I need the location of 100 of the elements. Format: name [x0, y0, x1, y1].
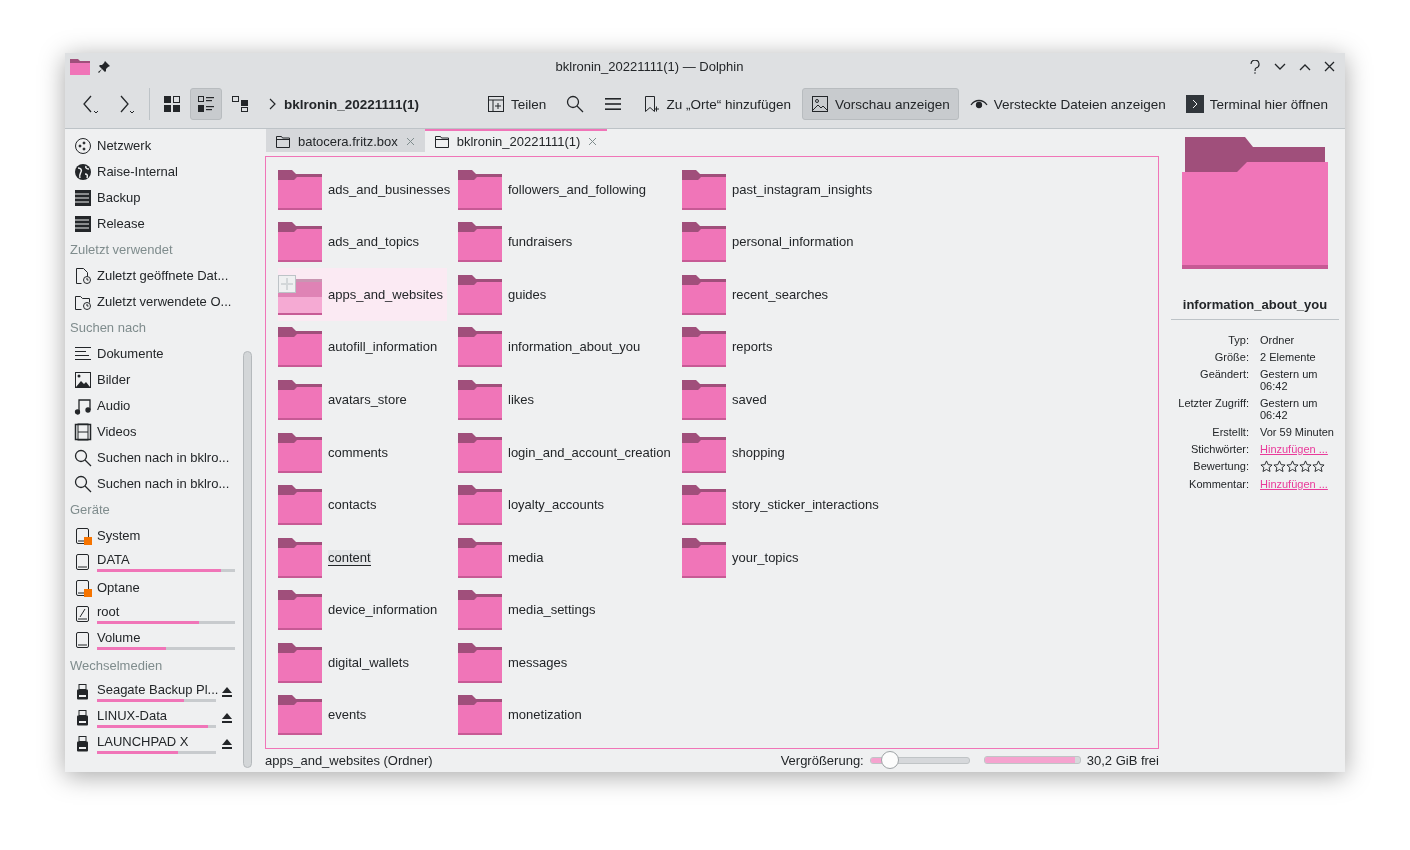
help-icon[interactable]: [1249, 59, 1261, 74]
rating-stars[interactable]: [1260, 460, 1325, 473]
place-item[interactable]: Release: [69, 211, 235, 237]
place-item[interactable]: Zuletzt geöffnete Dat...: [69, 263, 235, 289]
folder-item[interactable]: messages: [458, 636, 572, 690]
place-item[interactable]: DATA: [69, 549, 235, 575]
place-item[interactable]: Videos: [69, 419, 235, 445]
folder-item[interactable]: login_and_account_creation: [458, 426, 675, 479]
place-item[interactable]: LINUX-Data: [69, 705, 235, 731]
folder-item[interactable]: autofill_information: [278, 321, 442, 374]
eject-icon[interactable]: [221, 686, 233, 698]
place-item[interactable]: Suchen nach in bklro...: [69, 445, 235, 471]
folder-item[interactable]: contacts: [278, 478, 381, 532]
folder-item[interactable]: media_settings: [458, 584, 600, 637]
section-heading: Wechselmedien: [69, 657, 164, 675]
property-label: Letzter Zugriff:: [1177, 397, 1249, 411]
folder-item[interactable]: ads_and_topics: [278, 215, 424, 269]
drive-icon: [74, 527, 92, 545]
zoom-slider[interactable]: [869, 751, 970, 770]
folder-item[interactable]: content: [278, 531, 375, 584]
place-item[interactable]: Dokumente: [69, 341, 235, 367]
place-item[interactable]: root: [69, 601, 235, 627]
folder-item[interactable]: fundraisers: [458, 215, 577, 269]
section-heading: Geräte: [69, 501, 111, 519]
section-heading: Zuletzt verwendet: [69, 241, 174, 259]
chevron-icon: [268, 98, 276, 110]
breadcrumb[interactable]: bklronin_20221111(1): [284, 96, 420, 112]
folder-name: messages: [508, 654, 568, 671]
folder-item[interactable]: followers_and_following: [458, 163, 651, 216]
folder-item[interactable]: reports: [682, 321, 777, 374]
folder-item[interactable]: digital_wallets: [278, 636, 413, 690]
place-item[interactable]: System: [69, 523, 235, 549]
globe-icon: [74, 163, 92, 181]
folder-icon: [278, 695, 322, 736]
folder-name: guides: [508, 286, 547, 303]
place-item[interactable]: Volume: [69, 627, 235, 653]
terminal-button[interactable]: Terminal hier öffnen: [1176, 88, 1337, 120]
folder-name: saved: [732, 391, 767, 408]
close-icon[interactable]: [1324, 61, 1335, 72]
star-icon[interactable]: [1260, 460, 1273, 473]
folder-item[interactable]: shopping: [682, 426, 789, 479]
folder-item[interactable]: apps_and_websites: [278, 268, 447, 321]
folder-item[interactable]: loyalty_accounts: [458, 478, 609, 532]
place-item[interactable]: LAUNCHPAD X: [69, 731, 235, 757]
folder-item[interactable]: avatars_store: [278, 373, 411, 427]
folder-name: followers_and_following: [508, 181, 647, 198]
folder-item[interactable]: media: [458, 531, 548, 584]
place-item[interactable]: Bilder: [69, 367, 235, 393]
folder-icon: [278, 222, 322, 263]
folder-icon: [278, 485, 322, 526]
folder-item[interactable]: saved: [682, 373, 771, 427]
folder-item[interactable]: monetization: [458, 689, 586, 742]
star-icon[interactable]: [1299, 460, 1312, 473]
place-label: Backup: [97, 190, 141, 206]
place-item[interactable]: Audio: [69, 393, 235, 419]
folder-item[interactable]: likes: [458, 373, 538, 427]
folder-item[interactable]: recent_searches: [682, 268, 833, 321]
bookmark-button[interactable]: Zu „Orte“ hinzufügen: [633, 88, 800, 120]
pin-icon[interactable]: [98, 60, 110, 73]
place-item[interactable]: Netzwerk: [69, 133, 235, 159]
preview-button[interactable]: Vorschau anzeigen: [801, 88, 959, 120]
property-value: Gestern um 06:42: [1260, 397, 1319, 421]
place-item[interactable]: Zuletzt verwendete O...: [69, 289, 235, 315]
tab[interactable]: batocera.fritz.box: [266, 129, 425, 153]
slider-handle[interactable]: [880, 751, 899, 770]
search-icon: [74, 475, 92, 493]
place-item[interactable]: Raise-Internal: [69, 159, 235, 185]
star-icon[interactable]: [1286, 460, 1299, 473]
eject-icon[interactable]: [221, 712, 233, 724]
folder-icon: [458, 274, 502, 315]
folder-item[interactable]: story_sticker_interactions: [682, 478, 883, 532]
folder-item[interactable]: personal_information: [682, 215, 858, 269]
folder-icon: [276, 135, 290, 148]
folder-item[interactable]: ads_and_businesses: [278, 163, 455, 216]
folder-name: loyalty_accounts: [508, 497, 605, 514]
minimize-icon[interactable]: [1274, 62, 1286, 71]
folder-item[interactable]: guides: [458, 268, 551, 321]
place-item[interactable]: Seagate Backup Pl...: [69, 679, 235, 705]
star-icon[interactable]: [1312, 460, 1325, 473]
maximize-icon[interactable]: [1299, 62, 1311, 71]
folder-name: ads_and_businesses: [328, 181, 451, 198]
place-item[interactable]: Optane: [69, 575, 235, 601]
eye-button[interactable]: Versteckte Dateien anzeigen: [960, 88, 1175, 120]
eject-icon[interactable]: [221, 738, 233, 750]
folder-item[interactable]: events: [278, 689, 371, 742]
property-label: Größe:: [1213, 351, 1249, 363]
place-item[interactable]: Backup: [69, 185, 235, 211]
folder-item[interactable]: your_topics: [682, 531, 803, 584]
place-label: Netzwerk: [97, 138, 152, 154]
folder-item[interactable]: comments: [278, 426, 392, 479]
folder-item[interactable]: past_instagram_insights: [682, 163, 877, 216]
place-item[interactable]: Suchen nach in bklro...: [69, 471, 235, 497]
file-name: information_about_you: [1171, 297, 1339, 320]
folder-item[interactable]: information_about_you: [458, 321, 645, 374]
place-label: Volume: [97, 630, 141, 646]
folder-item[interactable]: device_information: [278, 584, 442, 637]
share-button[interactable]: Teilen: [478, 88, 556, 120]
compact-view-button[interactable]: [190, 88, 222, 120]
star-icon[interactable]: [1273, 460, 1286, 473]
folder-name: information_about_you: [508, 339, 641, 356]
